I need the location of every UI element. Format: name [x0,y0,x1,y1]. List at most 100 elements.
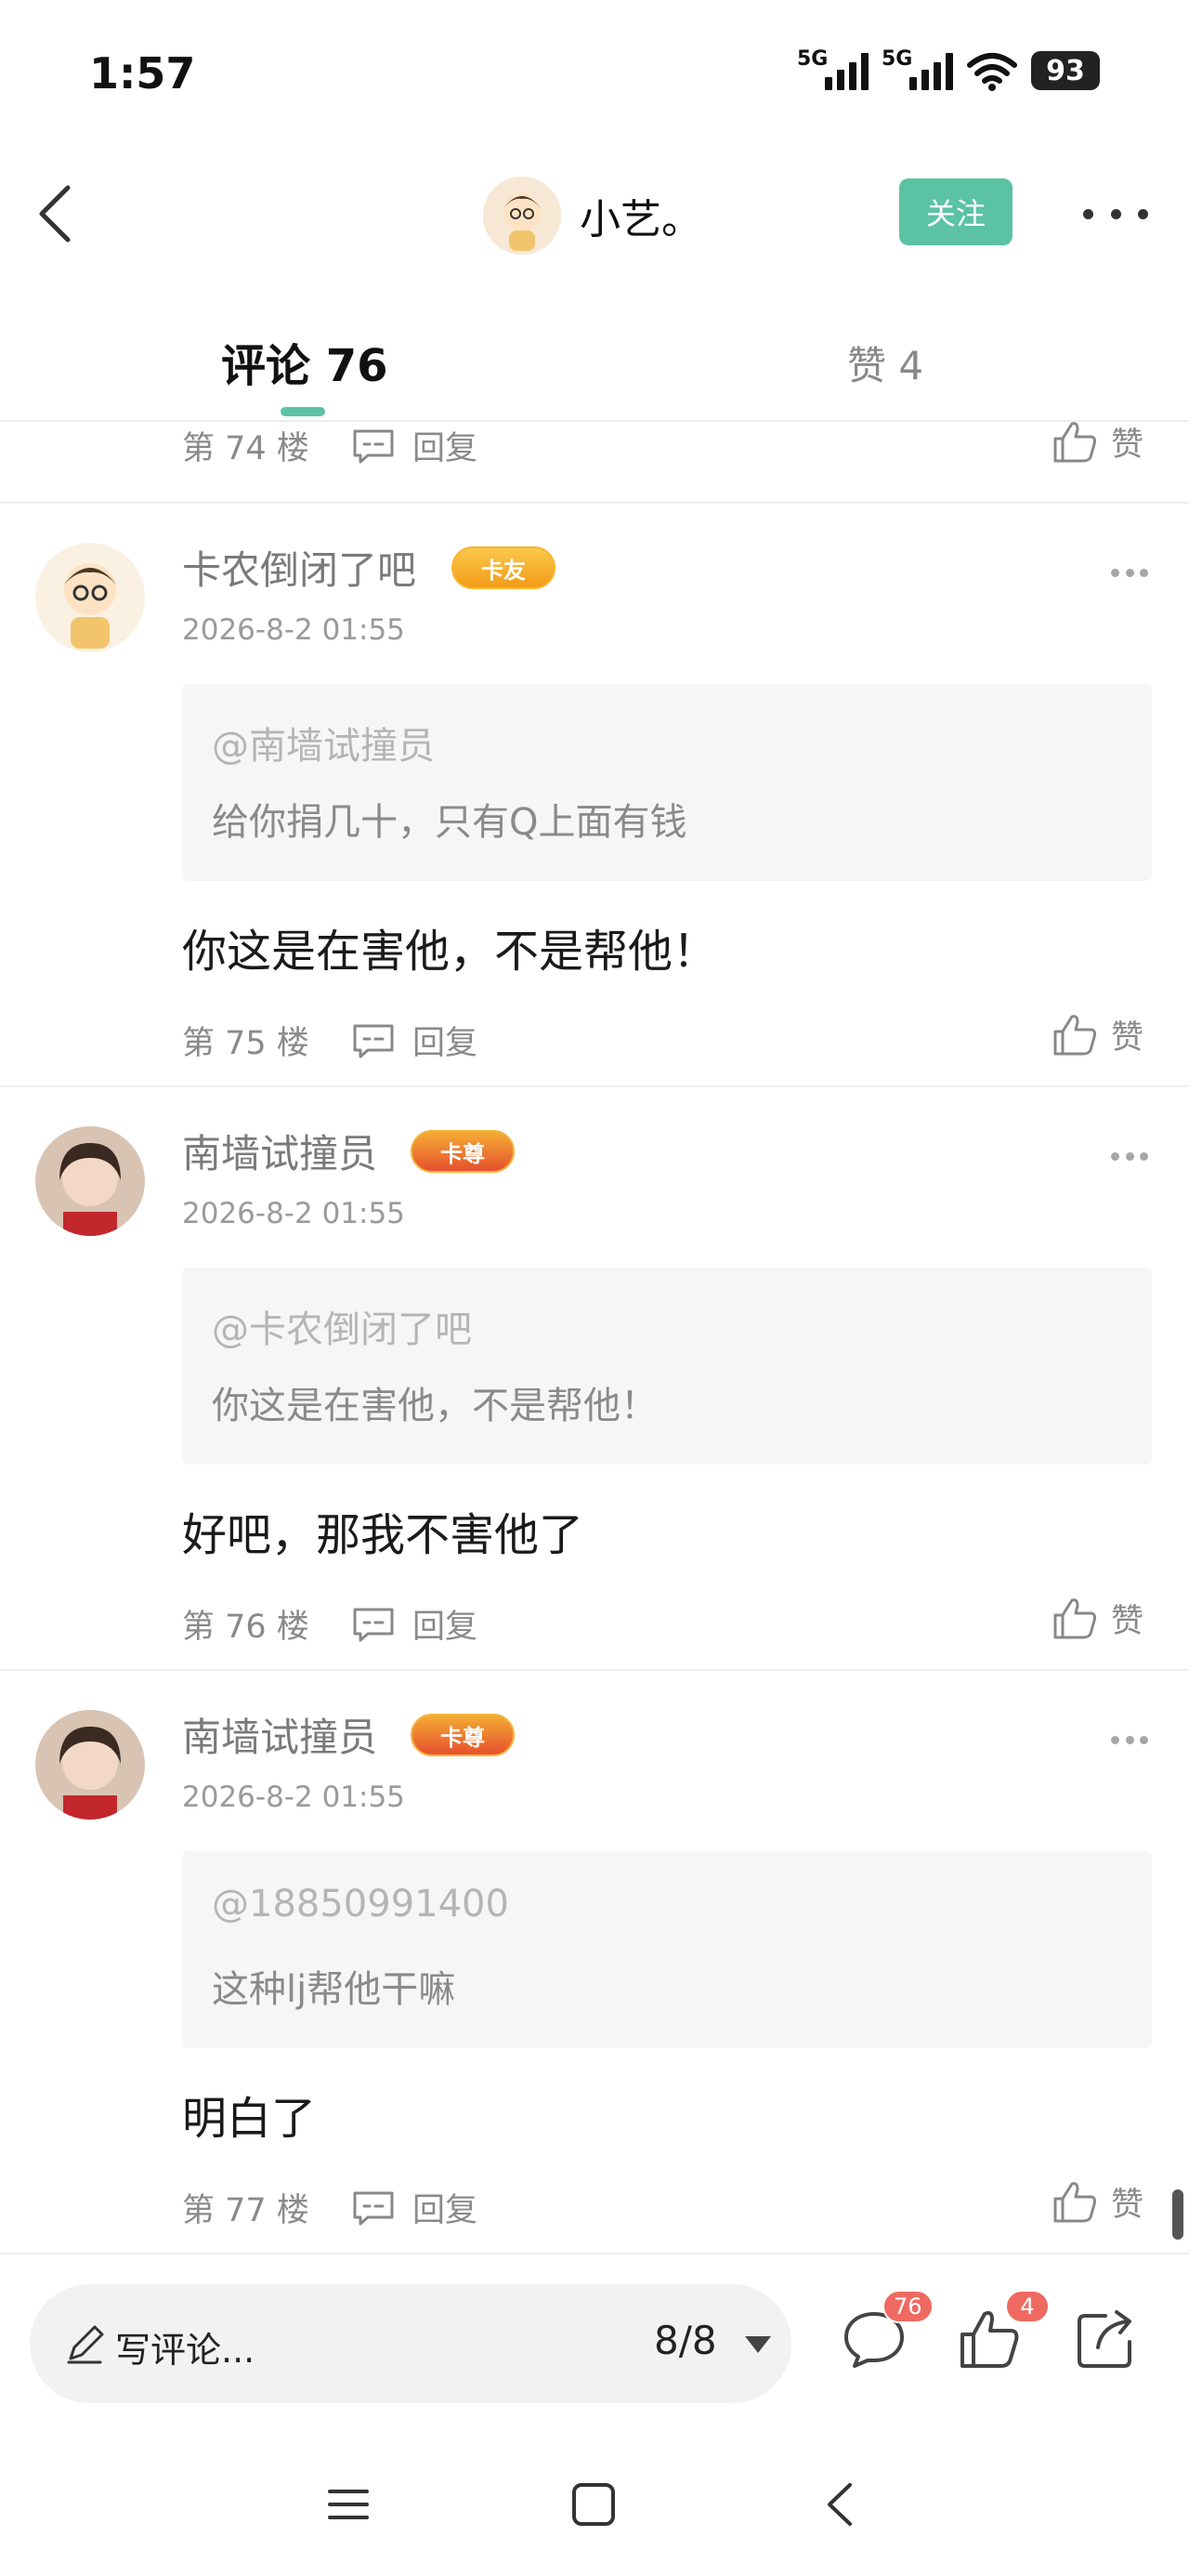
home-button[interactable] [561,2472,626,2537]
quoted-comment[interactable]: @南墙试撞员 给你捐几十，只有Q上面有钱 [182,684,1152,881]
like-count-badge: 4 [1005,2290,1050,2323]
comment-footer: 第 76 楼 回复 赞 [0,1587,1189,1652]
member-badge: 卡尊 [411,1130,515,1173]
chevron-down-icon[interactable] [745,2336,771,2353]
tab-comments[interactable]: 评论 76 [221,329,388,394]
comment-footer: 第 74 楼 回复 赞 [0,421,1189,502]
bottom-action-bar: 写评论... 8/8 76 4 [0,2253,1189,2407]
cartoon-boy-avatar [483,177,561,255]
comment-more-button[interactable] [1111,1736,1148,1744]
comment-footer: 第 77 楼 回复 赞 [0,2171,1189,2236]
cartoon-boy-avatar [35,543,145,652]
like-label: 赞 [1111,2187,1144,2224]
quoted-text: 给你捐几十，只有Q上面有钱 [212,801,687,844]
signal-icon-2: 5G [882,47,953,90]
comment-item[interactable]: 卡农倒闭了吧 卡友 2026-8-2 01:55 @南墙试撞员 给你捐几十，只有… [0,504,1189,1085]
floor-number: 第 74 楼 [182,430,309,467]
quoted-text: 这种lj帮他干嘛 [212,1968,456,2011]
status-icons: 5G 5G 93 [797,47,1100,91]
scrollbar-thumb[interactable] [1172,2189,1183,2240]
header: 小艺。 关注 [0,158,1189,269]
reply-icon [353,1608,394,1641]
menu-button[interactable] [316,2472,381,2537]
quoted-text: 你这是在害他，不是帮他！ [212,1385,658,1427]
quoted-comment[interactable]: @卡农倒闭了吧 你这是在害他，不是帮他！ [182,1268,1152,1465]
commenter-name[interactable]: 卡农倒闭了吧 [182,539,416,596]
back-arrow-icon [39,185,71,243]
wifi-icon [967,53,1017,91]
tab-bar: 评论 76 赞 4 [0,307,1189,422]
system-back-button[interactable] [808,2472,873,2537]
comment-count-badge: 76 [882,2290,934,2323]
thumbs-up-icon [1053,421,1096,462]
comment-item[interactable]: 南墙试撞员 卡尊 2026-8-2 01:55 @18850991400 这种l… [0,1671,1189,2253]
girl-photo-avatar [35,1710,145,1820]
member-badge: 卡尊 [411,1714,515,1756]
tab-likes[interactable]: 赞 4 [847,335,923,391]
write-comment-placeholder: 写评论... [115,2330,255,2371]
quoted-user: @卡农倒闭了吧 [212,1308,472,1351]
avatar[interactable] [35,543,145,652]
network-type-label: 5G [797,47,829,71]
comment-list: 第 74 楼 回复 赞 卡农倒闭了吧 卡友 2026-8-2 01:55 @南墙… [0,421,1189,2253]
reply-icon [353,2191,394,2225]
more-options-button[interactable] [1083,195,1148,232]
tab-active-indicator [281,407,325,416]
like-label: 赞 [1111,1019,1144,1057]
like-label: 赞 [1111,427,1144,464]
header-username[interactable]: 小艺。 [580,186,702,245]
like-button[interactable]: 赞 [1052,1011,1143,1058]
commenter-name[interactable]: 南墙试撞员 [182,1706,377,1763]
comment-text: 好吧，那我不害他了 [182,1509,584,1561]
reply-label: 回复 [412,430,478,467]
more-dots-icon [1083,208,1093,219]
comment-more-button[interactable] [1111,569,1148,577]
comment-item[interactable]: 南墙试撞员 卡尊 2026-8-2 01:55 @卡农倒闭了吧 你这是在害他，不… [0,1087,1189,1669]
back-nav-icon [828,2483,852,2526]
like-button[interactable]: 赞 [1052,1595,1143,1642]
avatar[interactable] [483,177,561,255]
like-label: 赞 [1111,1603,1144,1640]
girl-photo-avatar [35,1126,145,1236]
quoted-user: @18850991400 [212,1883,509,1925]
follow-button[interactable]: 关注 [899,178,1013,245]
user-info[interactable]: 小艺。 [483,177,702,255]
reply-button[interactable]: 回复 [351,1017,477,1064]
menu-icon [328,2490,369,2519]
thumbs-up-icon [1053,1597,1096,1638]
reply-button[interactable]: 回复 [351,2184,477,2231]
page-indicator[interactable]: 8/8 [654,2318,717,2363]
avatar[interactable] [35,1710,145,1820]
floor-number: 第 76 楼 [182,1609,309,1646]
avatar[interactable] [35,1126,145,1236]
reply-label: 回复 [412,2192,478,2229]
reply-label: 回复 [412,1025,478,1062]
comment-footer: 第 75 楼 回复 赞 [0,1004,1189,1069]
status-bar: 1:57 5G 5G 93 [0,0,1189,139]
like-button[interactable]: 赞 [1052,2178,1143,2226]
system-nav-bar [0,2444,1189,2556]
floor-number: 第 77 楼 [182,2192,309,2229]
reply-button[interactable]: 回复 [351,1600,477,1648]
like-button[interactable]: 赞 [1052,418,1143,466]
thumbs-up-icon [1053,2181,1096,2222]
reply-label: 回复 [412,1609,478,1646]
comment-text: 明白了 [182,2093,317,2145]
commenter-name[interactable]: 南墙试撞员 [182,1123,377,1179]
more-dots-icon [1111,1736,1119,1744]
quoted-comment[interactable]: @18850991400 这种lj帮他干嘛 [182,1851,1152,2048]
write-comment-input[interactable]: 写评论... 8/8 [30,2284,791,2403]
status-time: 1:57 [89,48,196,99]
reply-button[interactable]: 回复 [351,422,477,469]
pencil-icon [67,2325,104,2364]
comment-more-button[interactable] [1111,1152,1148,1161]
comment-time: 2026-8-2 01:55 [182,613,405,647]
more-dots-icon [1111,569,1119,577]
thumbs-up-icon [1053,1014,1096,1055]
share-icon[interactable] [1074,2307,1139,2372]
comment-time: 2026-8-2 01:55 [182,1197,405,1230]
member-badge: 卡友 [451,546,555,589]
back-button[interactable] [22,177,87,251]
reply-icon [353,1024,394,1058]
home-square-icon [572,2483,615,2526]
